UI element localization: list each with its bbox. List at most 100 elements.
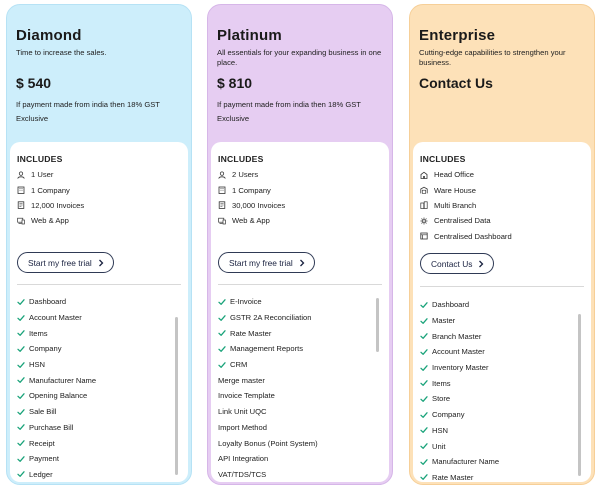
includes-heading: INCLUDES bbox=[218, 154, 264, 164]
cta-label: Start my free trial bbox=[229, 257, 293, 268]
feature-item: Inventory Master bbox=[420, 360, 499, 376]
feature-label: Link Unit UQC bbox=[218, 407, 267, 417]
feature-item: Sale Bill bbox=[17, 404, 96, 420]
include-item: 12,000 Invoices bbox=[17, 198, 84, 213]
head-office-icon bbox=[420, 171, 428, 179]
feature-label: HSN bbox=[29, 360, 46, 370]
dashboard-icon bbox=[420, 232, 428, 240]
feature-label: Manufacturer Name bbox=[29, 375, 97, 385]
plan-card-enterprise: Enterprise Cutting-edge capabilities to … bbox=[409, 4, 595, 485]
feature-label: Import Method bbox=[218, 422, 267, 432]
feature-label: Branch Master bbox=[432, 331, 482, 341]
includes-heading: INCLUDES bbox=[420, 154, 466, 164]
check-icon bbox=[420, 395, 428, 403]
includes-list: 1 User 1 Company 12,000 Invoices Web & App bbox=[17, 167, 84, 229]
feature-label: Merge master bbox=[218, 375, 265, 385]
check-icon bbox=[218, 314, 226, 322]
feature-item: Account Master bbox=[17, 310, 96, 326]
warehouse-icon bbox=[420, 186, 428, 194]
include-label: Web & App bbox=[232, 216, 270, 226]
feature-item: E-Invoice bbox=[218, 294, 318, 310]
plan-card-platinum: Platinum All essentials for your expandi… bbox=[207, 4, 393, 485]
feature-label: Master bbox=[432, 316, 456, 326]
feature-label: Company bbox=[432, 410, 465, 420]
check-icon bbox=[17, 408, 25, 416]
plan-contact: Contact Us bbox=[419, 75, 493, 91]
feature-item: Company bbox=[420, 407, 499, 423]
feature-item: Unit bbox=[420, 438, 499, 454]
includes-list: 2 Users 1 Company 30,000 Invoices Web & App bbox=[218, 167, 285, 229]
feature-item: API Integration bbox=[218, 451, 318, 467]
feature-list-scrollbar[interactable] bbox=[175, 317, 178, 475]
plan-description: Cutting-edge capabilities to strengthen … bbox=[419, 48, 566, 67]
plan-title: Enterprise bbox=[419, 27, 496, 44]
check-icon bbox=[420, 332, 428, 340]
plan-price: $ 810 bbox=[217, 75, 253, 91]
check-icon bbox=[420, 379, 428, 387]
feature-label: Receipt bbox=[29, 438, 55, 448]
divider bbox=[17, 284, 181, 285]
plan-title: Diamond bbox=[16, 27, 82, 44]
chevron-right-icon bbox=[98, 259, 104, 267]
plan-tax-note: If payment made from india then 18% GST … bbox=[16, 100, 160, 123]
feature-item: Opening Balance bbox=[17, 388, 96, 404]
include-item: Head Office bbox=[420, 167, 512, 182]
feature-item: VAT/TDS/TCS bbox=[218, 467, 318, 483]
include-item: Ware House bbox=[420, 182, 512, 197]
feature-item: CRM bbox=[218, 357, 318, 373]
feature-label: Opening Balance bbox=[29, 391, 88, 401]
check-icon bbox=[218, 345, 226, 353]
feature-label: Management Reports bbox=[230, 344, 304, 354]
contact-us-button[interactable]: Contact Us bbox=[420, 253, 495, 274]
feature-item: HSN bbox=[17, 357, 96, 373]
feature-label: Purchase Bill bbox=[29, 422, 74, 432]
check-icon bbox=[17, 392, 25, 400]
building-icon bbox=[17, 186, 25, 194]
feature-label: VAT/TDS/TCS bbox=[218, 469, 267, 479]
start-free-trial-button[interactable]: Start my free trial bbox=[218, 252, 315, 273]
check-icon bbox=[420, 364, 428, 372]
include-item: 1 User bbox=[17, 167, 84, 182]
include-label: Head Office bbox=[434, 170, 474, 180]
feature-item: Master bbox=[420, 313, 499, 329]
include-label: Multi Branch bbox=[434, 200, 477, 210]
feature-item: Items bbox=[420, 375, 499, 391]
feature-label: Sale Bill bbox=[29, 407, 57, 417]
cta-label: Start my free trial bbox=[28, 257, 92, 268]
plan-description: Time to increase the sales. bbox=[16, 48, 107, 57]
feature-item: Import Method bbox=[218, 420, 318, 436]
feature-item: GSTR 2A Reconciliation bbox=[218, 310, 318, 326]
feature-list-scrollbar[interactable] bbox=[376, 298, 379, 352]
feature-item: Management Reports bbox=[218, 341, 318, 357]
feature-item: Invoice Template bbox=[218, 388, 318, 404]
feature-label: Invoice Template bbox=[218, 391, 275, 401]
check-icon bbox=[17, 314, 25, 322]
include-label: 1 Company bbox=[31, 185, 70, 195]
plan-panel: INCLUDES Head Office Ware House Multi Bran… bbox=[413, 142, 591, 482]
feature-label: Dashboard bbox=[432, 300, 470, 310]
check-icon bbox=[17, 298, 25, 306]
include-item: Web & App bbox=[218, 213, 285, 228]
feature-label: Manufacturer Name bbox=[432, 457, 500, 467]
chevron-right-icon bbox=[478, 260, 484, 268]
feature-item: Rate Master bbox=[420, 470, 499, 484]
feature-item: Items bbox=[17, 325, 96, 341]
feature-item: Link Unit UQC bbox=[218, 404, 318, 420]
feature-label: E-Invoice bbox=[230, 297, 262, 307]
user-icon bbox=[218, 171, 226, 179]
plan-card-diamond: Diamond Time to increase the sales. $ 54… bbox=[6, 4, 192, 485]
feature-list-scrollbar[interactable] bbox=[578, 314, 581, 476]
include-label: 1 User bbox=[31, 170, 54, 180]
chevron-right-icon bbox=[299, 259, 305, 267]
start-free-trial-button[interactable]: Start my free trial bbox=[17, 252, 114, 273]
feature-list: Dashboard Master Branch Master Account Mast… bbox=[420, 297, 500, 484]
check-icon bbox=[17, 470, 25, 478]
check-icon bbox=[420, 458, 428, 466]
feature-label: Company bbox=[29, 344, 62, 354]
feature-item: Dashboard bbox=[420, 297, 499, 313]
feature-label: Unit bbox=[432, 441, 446, 451]
feature-label: Ledger bbox=[29, 469, 53, 479]
feature-item: Manufacturer Name bbox=[17, 372, 96, 388]
include-label: 30,000 Invoices bbox=[232, 200, 286, 210]
invoice-icon bbox=[218, 201, 226, 210]
